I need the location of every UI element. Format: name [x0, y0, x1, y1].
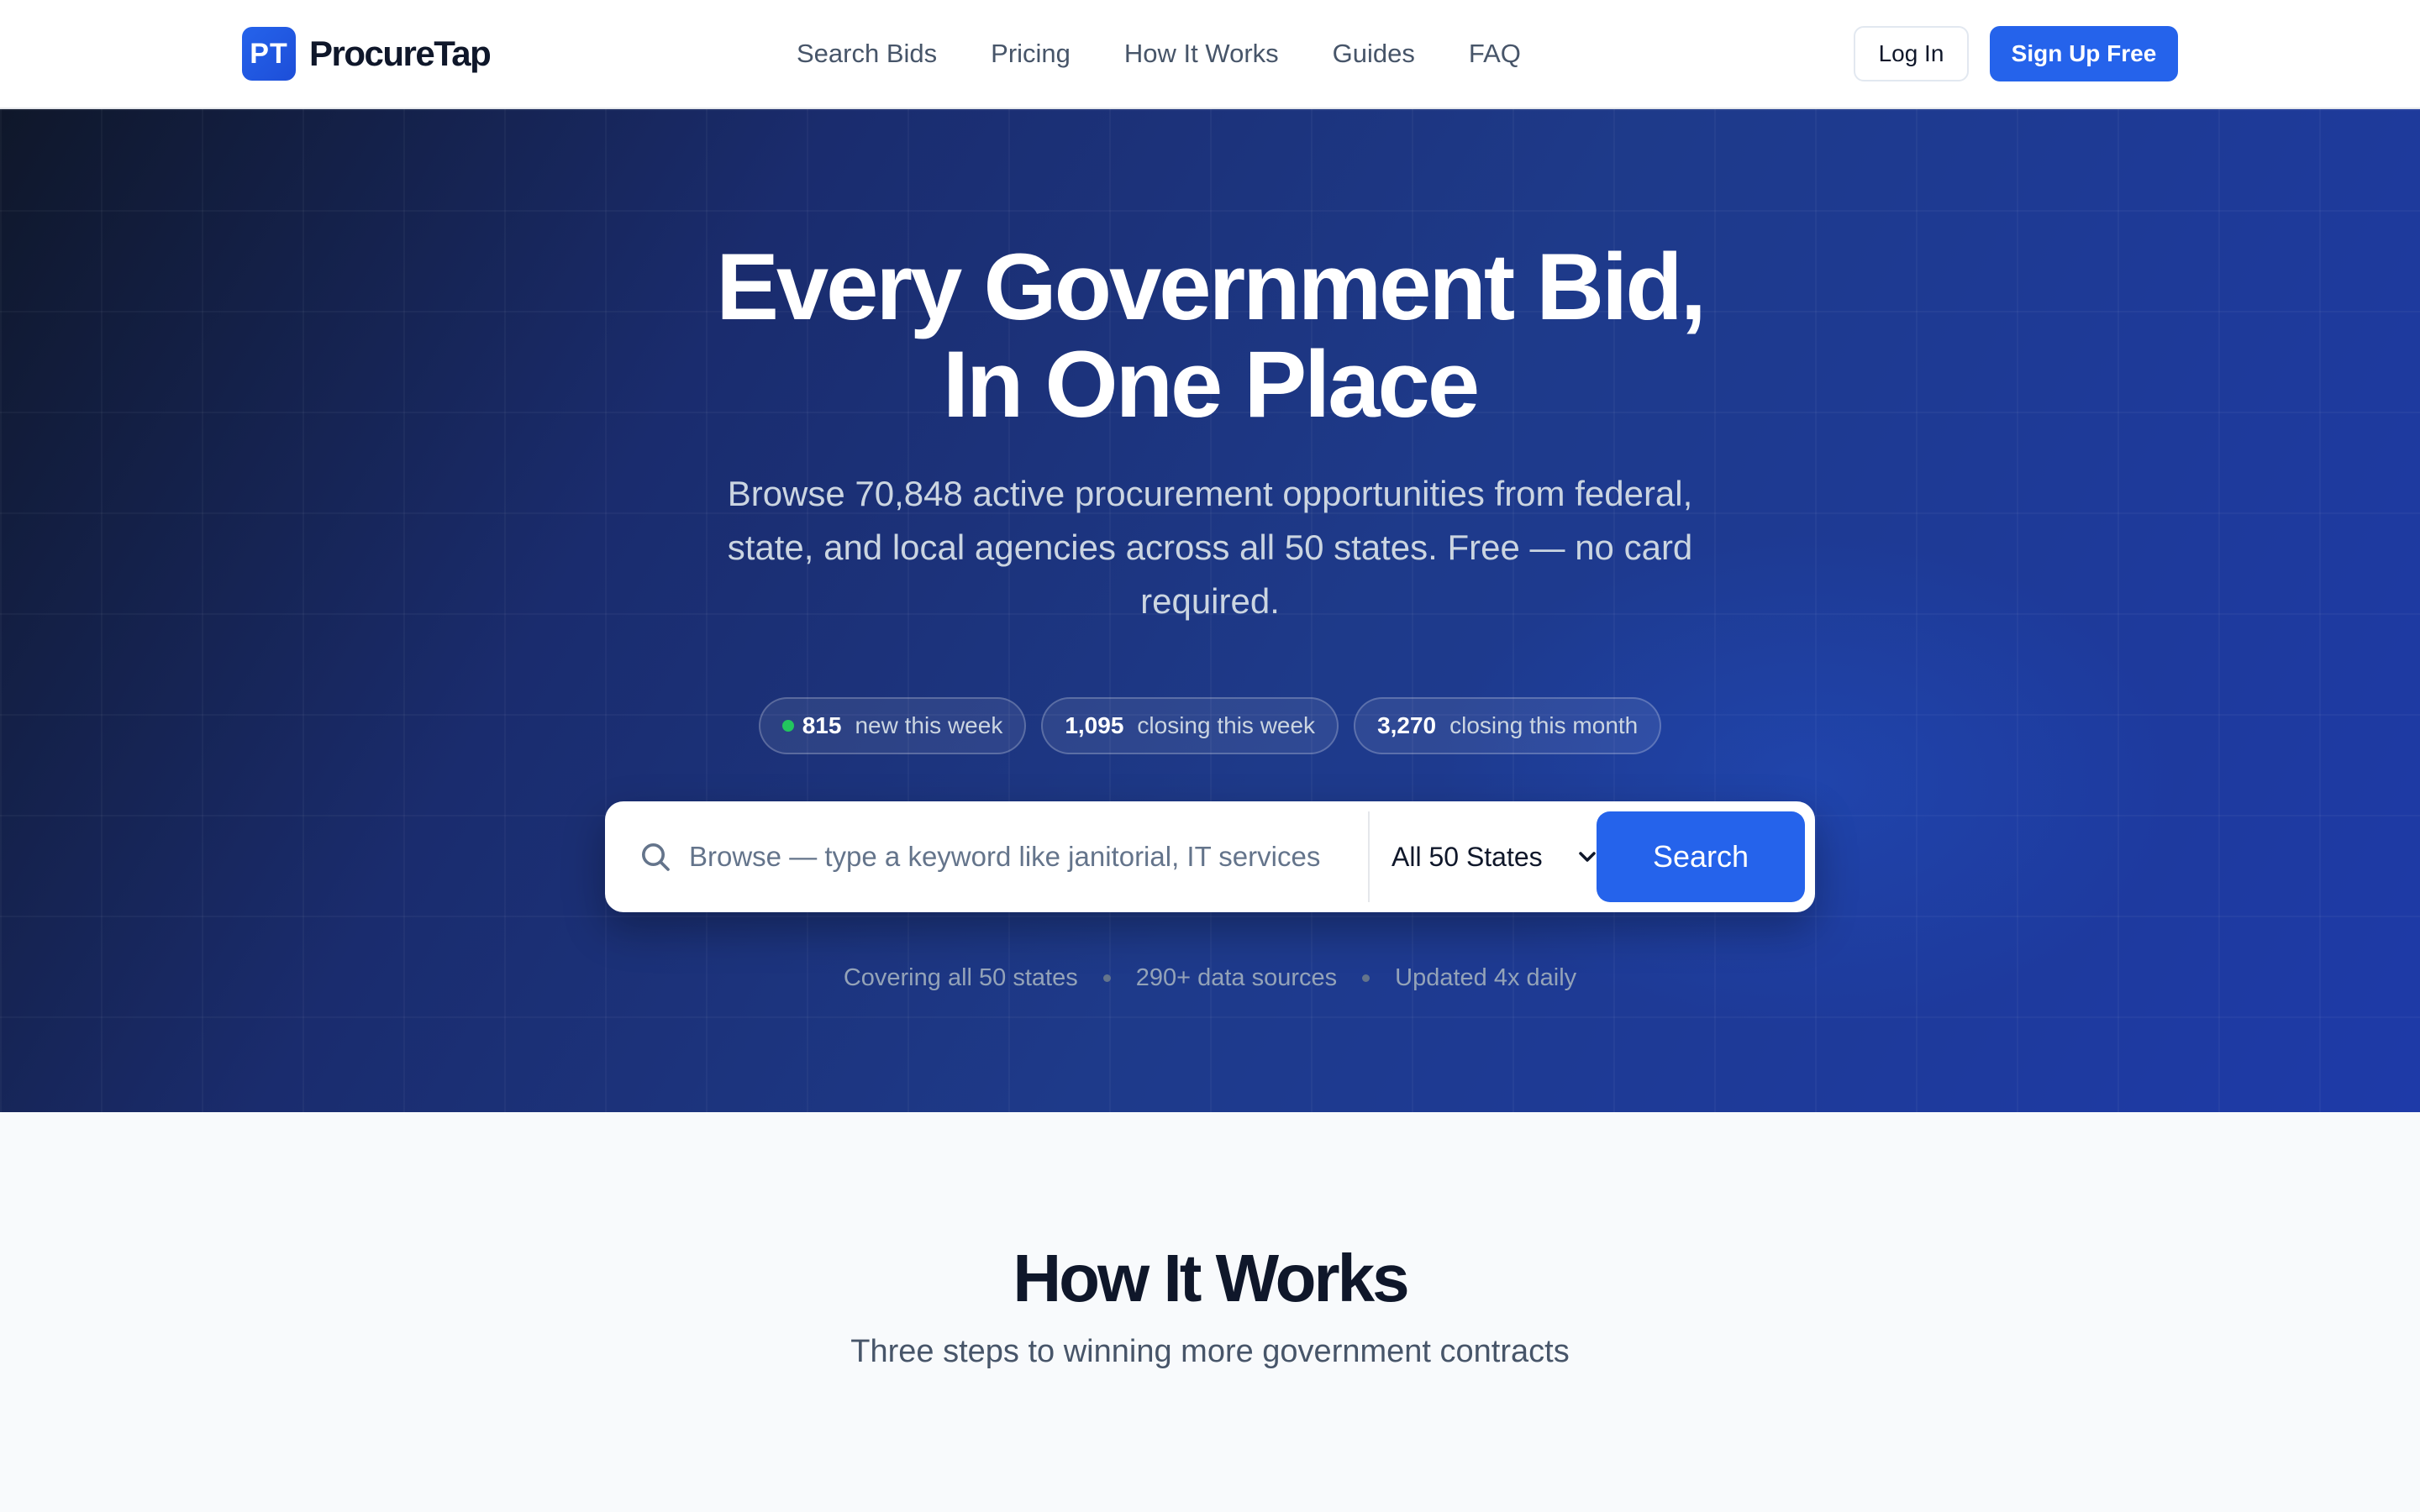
stat-pill-new: 815 new this week — [758, 697, 1027, 754]
hero-title: Every Government Bid, In One Place — [0, 239, 2420, 433]
state-select[interactable]: All 50 States — [1392, 832, 1597, 882]
state-select-value: All 50 States — [1392, 841, 1543, 872]
logo-text: ProcureTap — [309, 34, 492, 73]
top-nav: PT ProcureTap Search Bids Pricing How It… — [0, 0, 2420, 109]
meta-coverage: Covering all 50 states — [843, 964, 1078, 991]
nav-link-how-it-works[interactable]: How It Works — [1124, 39, 1279, 69]
section-subtitle: Three steps to winning more government c… — [850, 1334, 1570, 1369]
logo[interactable]: PT ProcureTap — [242, 26, 492, 81]
search-button[interactable]: Search — [1597, 811, 1805, 902]
hero-subtitle: Browse 70,848 active procurement opportu… — [727, 474, 1693, 621]
search-input[interactable] — [689, 825, 1353, 889]
stat-value: 3,270 — [1377, 712, 1437, 738]
nav-links: Search Bids Pricing How It Works Guides … — [797, 32, 1521, 76]
login-button[interactable]: Log In — [1854, 26, 1969, 81]
nav-link-pricing[interactable]: Pricing — [991, 39, 1071, 69]
stat-label: new this week — [855, 712, 1003, 738]
search-divider — [1368, 811, 1370, 902]
stat-value: 815 — [802, 712, 842, 738]
nav-link-guides[interactable]: Guides — [1333, 39, 1415, 69]
logo-mark: PT — [242, 27, 296, 81]
stats-row: 815 new this week 1,095 closing this wee… — [0, 697, 2420, 754]
meta-sources: 290+ data sources — [1135, 964, 1338, 991]
meta-separator — [1362, 974, 1370, 982]
hero-section: Every Government Bid, In One Place Brows… — [0, 109, 2420, 1112]
nav-link-search-bids[interactable]: Search Bids — [797, 39, 937, 69]
signup-button[interactable]: Sign Up Free — [1990, 26, 2178, 81]
search-bar: All 50 States Search — [605, 801, 1815, 912]
section-title: How It Works — [1013, 1241, 1409, 1315]
stat-label: closing this week — [1137, 712, 1316, 738]
stat-label: closing this month — [1449, 712, 1639, 738]
hero-meta: Covering all 50 states 290+ data sources… — [0, 964, 2420, 992]
stat-pill-closing-week: 1,095 closing this week — [1041, 697, 1339, 754]
stat-pill-closing-month: 3,270 closing this month — [1354, 697, 1662, 754]
chevron-down-icon — [1579, 852, 1596, 862]
nav-link-faq[interactable]: FAQ — [1469, 39, 1521, 69]
hero-title-line2: In One Place — [942, 332, 1480, 437]
meta-separator — [1102, 974, 1111, 982]
search-icon — [642, 843, 670, 871]
meta-updated: Updated 4x daily — [1395, 964, 1577, 991]
stat-value: 1,095 — [1065, 712, 1124, 738]
hero-title-line1: Every Government Bid, — [716, 234, 1707, 339]
live-dot-icon — [781, 720, 794, 732]
